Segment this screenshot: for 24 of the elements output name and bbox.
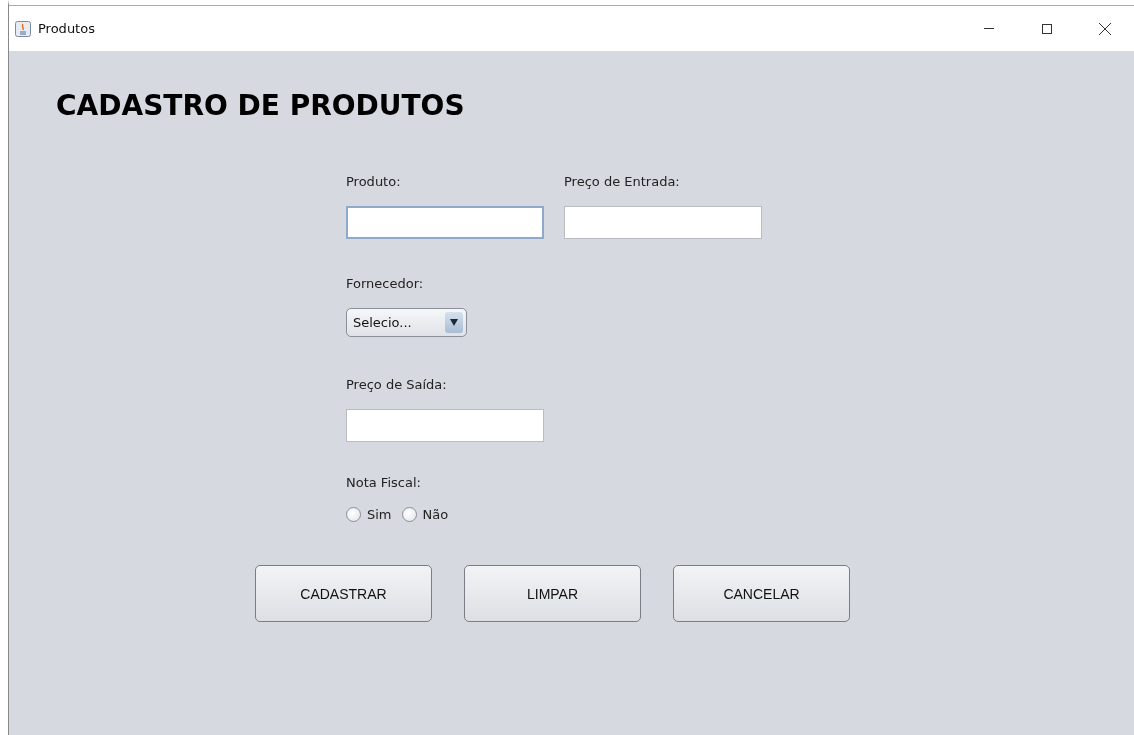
field-label: Nota Fiscal: xyxy=(346,475,421,492)
form-heading: CADASTRO DE PRODUTOS xyxy=(56,89,465,122)
exit-price-input[interactable] xyxy=(346,409,544,442)
action-button[interactable]: CANCELAR xyxy=(673,565,850,622)
field-label: Preço de Saída: xyxy=(346,377,447,394)
action-button[interactable]: CADASTRAR xyxy=(255,565,432,622)
radio-option[interactable]: Não xyxy=(401,507,449,522)
java-app-icon xyxy=(15,20,31,37)
field-label: Produto: xyxy=(346,174,401,191)
minimize-icon xyxy=(983,28,995,29)
action-button[interactable]: LIMPAR xyxy=(464,565,641,622)
radio-label: Não xyxy=(422,507,449,522)
close-icon xyxy=(1098,21,1112,36)
maximize-icon xyxy=(1041,22,1053,35)
radio-option[interactable]: Sim xyxy=(346,507,392,522)
radio-icon[interactable] xyxy=(401,507,417,522)
window-title: Produtos xyxy=(38,21,96,36)
entry-price-input[interactable] xyxy=(564,206,762,239)
radio-icon[interactable] xyxy=(346,507,361,522)
product-input[interactable] xyxy=(346,206,544,239)
supplier-dropdown[interactable]: Selecio... xyxy=(346,308,467,337)
field-label: Preço de Entrada: xyxy=(564,174,680,191)
radio-label: Sim xyxy=(367,507,392,522)
field-label: Fornecedor: xyxy=(346,276,424,293)
